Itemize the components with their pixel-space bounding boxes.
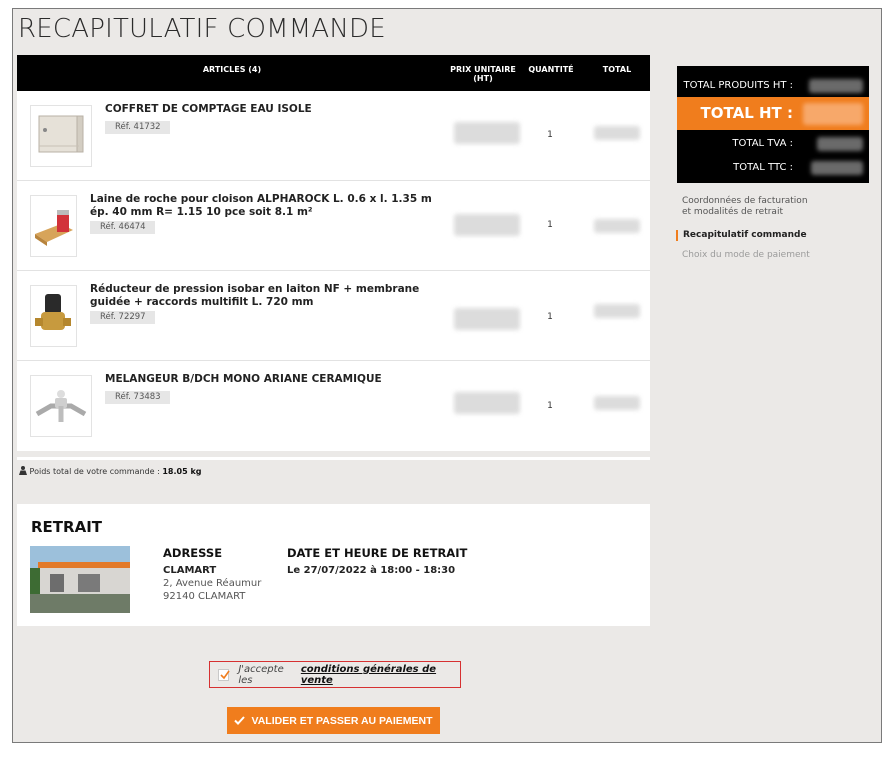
address-heading: ADRESSE — [163, 546, 223, 560]
order-weight: Poids total de votre commande : 18.05 kg — [19, 466, 202, 476]
cart-row: MELANGEUR B/DCH MONO ARIANE CERAMIQUE Ré… — [17, 361, 650, 451]
total-blurred — [594, 219, 640, 233]
product-name[interactable]: MELANGEUR B/DCH MONO ARIANE CERAMIQUE — [105, 373, 382, 386]
total-products-value-blurred — [809, 79, 863, 93]
divider — [17, 457, 650, 460]
product-ref: Réf. 41732 — [105, 121, 170, 134]
unit-price-blurred — [454, 122, 520, 144]
total-ttc-value-blurred — [811, 161, 863, 175]
step-summary: Recapitulatif commande — [676, 230, 869, 241]
address-line1: 2, Avenue Réaumur — [163, 578, 262, 589]
step-billing[interactable]: Coordonnées de facturation et modalités … — [677, 196, 817, 218]
total-ht-label: TOTAL HT : — [700, 104, 793, 122]
address-city: CLAMART — [163, 565, 217, 576]
total-ht-row: TOTAL HT : — [677, 97, 869, 130]
address-line2: 92140 CLAMART — [163, 591, 246, 602]
cart-row: Laine de roche pour cloison ALPHAROCK L.… — [17, 181, 650, 271]
total-ttc-label: TOTAL TTC : — [733, 162, 793, 173]
product-name[interactable]: COFFRET DE COMPTAGE EAU ISOLE — [105, 103, 312, 116]
total-blurred — [594, 396, 640, 410]
quantity: 1 — [547, 130, 553, 140]
validate-pay-button[interactable]: VALIDER ET PASSER AU PAIEMENT — [227, 707, 440, 734]
cart-table: ARTICLES (4) PRIX UNITAIRE (HT) QUANTITÉ… — [17, 55, 650, 451]
header-articles: ARTICLES (4) — [202, 65, 262, 74]
cart-row: COFFRET DE COMPTAGE EAU ISOLE Réf. 41732… — [17, 91, 650, 181]
product-name[interactable]: Réducteur de pression isobar en laiton N… — [90, 283, 435, 309]
cgv-checkbox[interactable] — [218, 668, 230, 681]
retrait-panel: RETRAIT ADRESSE CLAMART 2, Avenue Réaumu… — [17, 504, 650, 626]
person-icon — [19, 466, 27, 475]
total-ht-value-blurred — [803, 103, 863, 125]
header-unit-price: PRIX UNITAIRE (HT) — [450, 65, 516, 83]
order-weight-label: Poids total de votre commande : — [29, 467, 160, 476]
rockwool-image[interactable] — [30, 195, 77, 257]
step-payment: Choix du mode de paiement — [682, 250, 810, 260]
page-title: RECAPITULATIF COMMANDE — [18, 14, 386, 44]
cgv-acceptance: J'accepte les conditions générales de ve… — [209, 661, 461, 688]
totals-box: TOTAL PRODUITS HT : TOTAL HT : TOTAL TVA… — [677, 66, 869, 183]
header-quantity: QUANTITÉ — [528, 65, 574, 74]
order-weight-value: 18.05 kg — [162, 467, 202, 476]
unit-price-blurred — [454, 392, 520, 414]
quantity: 1 — [547, 220, 553, 230]
pressure-reducer-image[interactable] — [30, 285, 77, 347]
product-name[interactable]: Laine de roche pour cloison ALPHAROCK L.… — [90, 193, 445, 219]
date-value: Le 27/07/2022 à 18:00 - 18:30 — [287, 565, 456, 576]
quantity: 1 — [547, 401, 553, 411]
product-ref: Réf. 46474 — [90, 221, 155, 234]
total-products-label: TOTAL PRODUITS HT : — [683, 80, 793, 91]
total-blurred — [594, 304, 640, 318]
total-blurred — [594, 126, 640, 140]
store-photo — [30, 546, 130, 613]
meter-box-image[interactable] — [30, 105, 92, 167]
check-icon — [220, 670, 230, 679]
checkout-steps: Coordonnées de facturation et modalités … — [676, 196, 869, 261]
product-ref: Réf. 72297 — [90, 311, 155, 324]
unit-price-blurred — [454, 214, 520, 236]
product-ref: Réf. 73483 — [105, 391, 170, 404]
cart-header: ARTICLES (4) PRIX UNITAIRE (HT) QUANTITÉ… — [17, 55, 650, 91]
total-tva-label: TOTAL TVA : — [732, 138, 793, 149]
unit-price-blurred — [454, 308, 520, 330]
header-total: TOTAL — [602, 65, 632, 74]
mixer-tap-image[interactable] — [30, 375, 92, 437]
validate-pay-label: VALIDER ET PASSER AU PAIEMENT — [251, 714, 433, 727]
date-heading: DATE ET HEURE DE RETRAIT — [287, 546, 468, 560]
quantity: 1 — [547, 312, 553, 322]
cart-row: Réducteur de pression isobar en laiton N… — [17, 271, 650, 361]
retrait-title: RETRAIT — [31, 518, 103, 536]
check-icon — [234, 716, 246, 725]
cgv-prefix: J'accepte les — [238, 663, 284, 686]
cgv-link[interactable]: conditions générales de vente — [301, 664, 460, 686]
total-tva-value-blurred — [817, 137, 863, 151]
